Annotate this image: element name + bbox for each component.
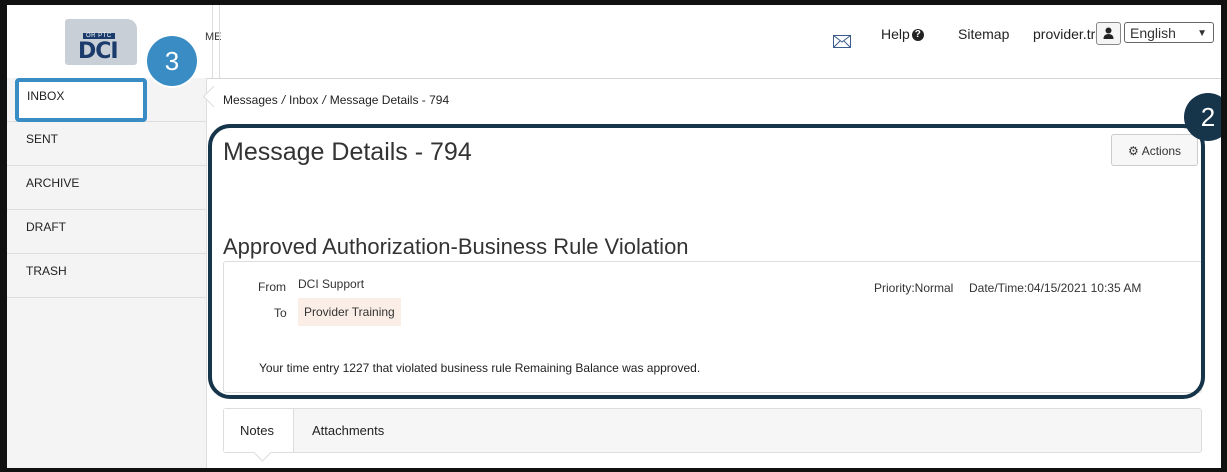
language-select[interactable]: English ▼ <box>1124 22 1214 43</box>
breadcrumb-separator: / <box>322 93 326 107</box>
breadcrumb-separator: / <box>281 93 286 107</box>
step-3-callout: 3 <box>147 36 197 86</box>
logo-text: DCI <box>78 39 119 64</box>
message-body: Your time entry 1227 that violated busin… <box>259 361 701 375</box>
sitemap-link[interactable]: Sitemap <box>958 26 1009 42</box>
datetime-text: Date/Time:04/15/2021 10:35 AM <box>969 281 1142 295</box>
priority-text: Priority:Normal <box>874 281 954 295</box>
breadcrumb-messages[interactable]: Messages <box>223 93 278 107</box>
to-label: To <box>274 306 287 320</box>
actions-button[interactable]: ⚙ Actions <box>1111 134 1198 166</box>
message-subject: Approved Authorization-Business Rule Vio… <box>223 234 689 259</box>
language-value: English <box>1130 25 1176 41</box>
sidebar-item-label: INBOX <box>27 89 65 103</box>
tab-attachments[interactable]: Attachments <box>296 409 400 452</box>
breadcrumb-inbox[interactable]: Inbox <box>289 93 318 107</box>
gear-icon: ⚙ <box>1127 144 1139 158</box>
from-label: From <box>258 280 286 294</box>
sidebar-item-archive[interactable]: ARCHIVE <box>7 166 206 210</box>
sidebar-item-label: TRASH <box>26 264 67 278</box>
inbox-highlight[interactable]: INBOX <box>15 78 147 122</box>
from-value: DCI Support <box>298 277 365 291</box>
sidebar: SENT ARCHIVE DRAFT TRASH <box>7 78 207 468</box>
sidebar-item-trash[interactable]: TRASH <box>7 254 206 298</box>
sidebar-item-label: DRAFT <box>26 220 66 234</box>
to-recipient: Provider Training <box>298 298 401 326</box>
breadcrumb-current: Message Details - 794 <box>329 93 450 107</box>
breadcrumb: Messages / Inbox / Message Details - 794 <box>223 93 449 107</box>
page-title: Message Details - 794 <box>223 138 472 166</box>
help-link[interactable]: Help? <box>881 26 924 42</box>
help-label: Help <box>881 26 910 42</box>
tab-label: Attachments <box>312 423 385 438</box>
user-icon <box>1103 27 1114 39</box>
actions-label: Actions <box>1141 144 1182 158</box>
sidebar-item-draft[interactable]: DRAFT <box>7 210 206 254</box>
question-icon: ? <box>911 29 924 42</box>
sidebar-item-sent[interactable]: SENT <box>7 122 206 166</box>
app-window: OR PTC DCI ME Help? Sitemap provider.tra… <box>7 5 1221 468</box>
user-profile-button[interactable] <box>1096 22 1121 45</box>
tab-label: Notes <box>240 423 274 438</box>
chevron-down-icon: ▼ <box>1197 28 1207 39</box>
tab-bar: Notes Attachments <box>223 408 1202 453</box>
mail-icon[interactable] <box>833 35 851 48</box>
divider <box>219 5 220 78</box>
sidebar-item-label: ARCHIVE <box>26 176 80 190</box>
sidebar-item-label: SENT <box>26 132 59 146</box>
dci-logo[interactable]: OR PTC DCI <box>65 19 137 65</box>
